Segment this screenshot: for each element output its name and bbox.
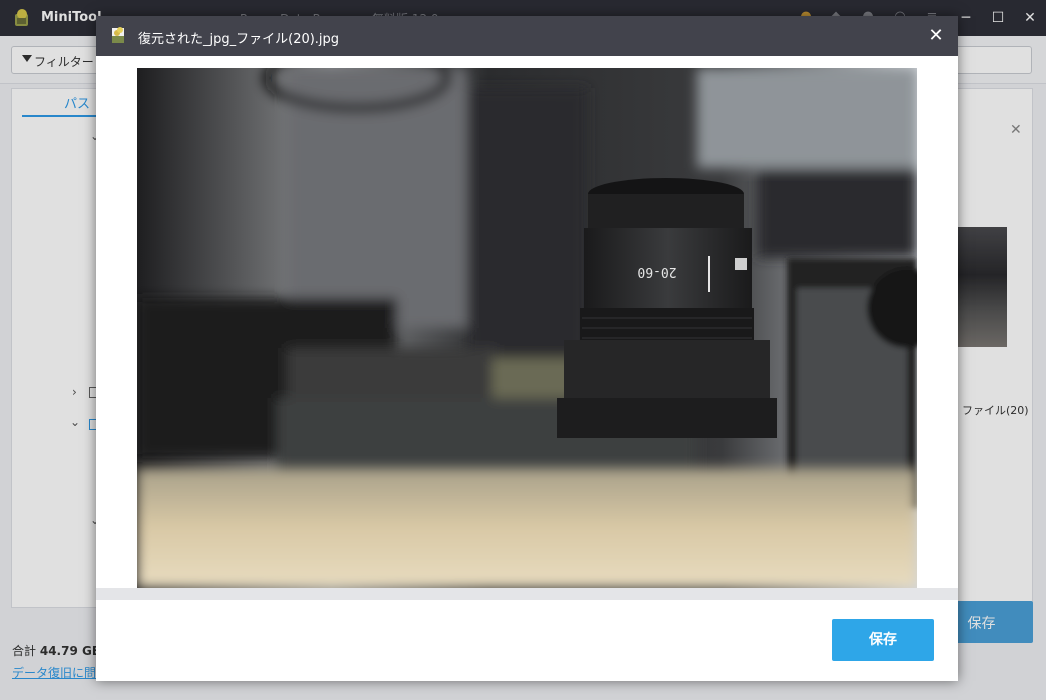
save-button[interactable]: 保存	[832, 619, 934, 661]
close-icon[interactable]: ✕	[924, 24, 948, 48]
jpg-file-icon	[112, 27, 124, 43]
dialog-titlebar: 復元された_jpg_ファイル(20).jpg ✕	[96, 16, 958, 56]
photo-render: 20-60	[137, 68, 917, 588]
lens-marking: 20-60	[637, 264, 676, 279]
preview-image: 20-60	[137, 68, 917, 588]
image-preview-area: 20-60	[108, 68, 946, 588]
dialog-separator	[96, 588, 958, 600]
dialog-title: 復元された_jpg_ファイル(20).jpg	[138, 32, 340, 47]
preview-dialog: 復元された_jpg_ファイル(20).jpg ✕ 20-60 保存	[96, 16, 958, 681]
